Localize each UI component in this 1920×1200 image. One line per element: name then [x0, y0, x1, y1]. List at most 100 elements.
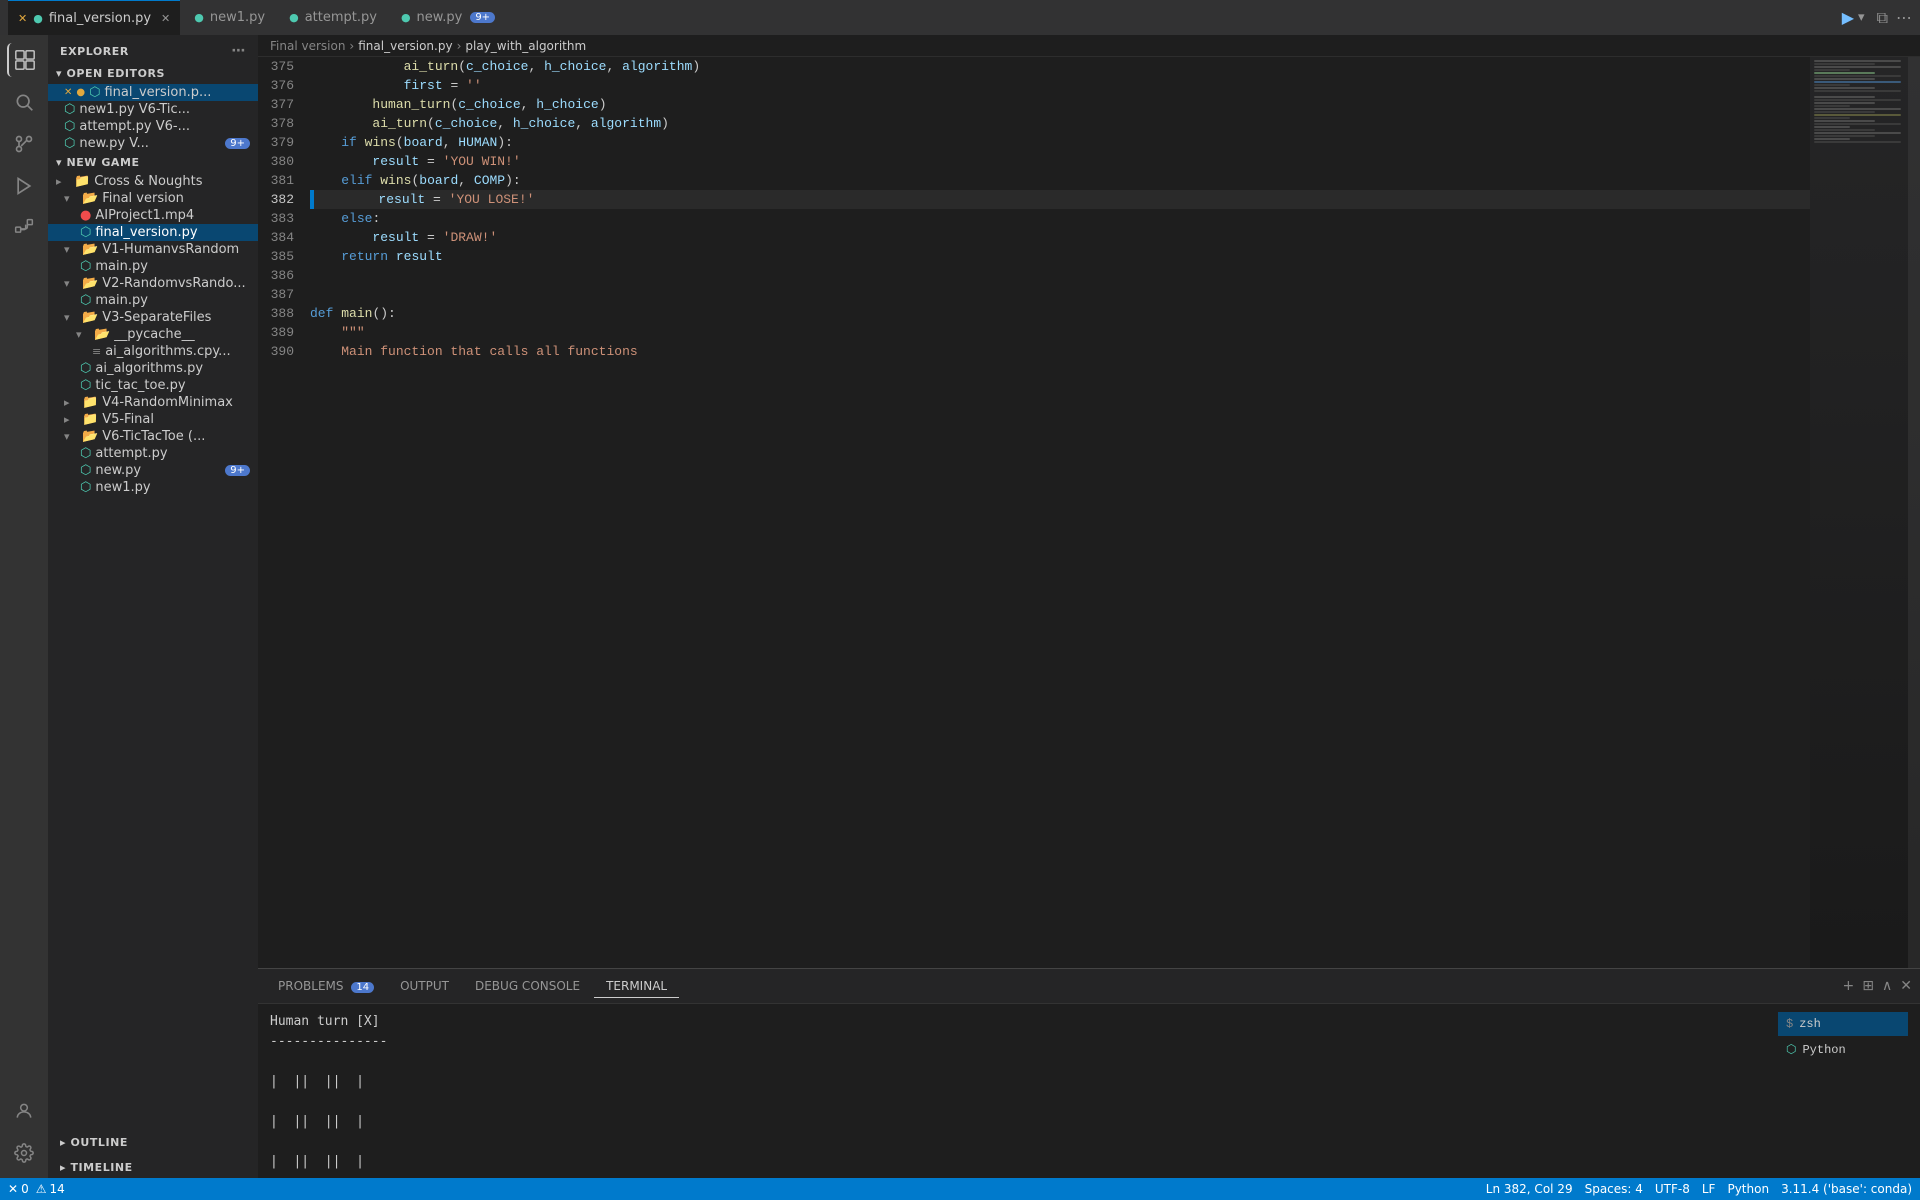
file-tic-tac-toe[interactable]: ⬡ tic_tac_toe.py [48, 377, 258, 394]
chevron-up-icon[interactable]: ∧ [1882, 978, 1892, 994]
new-game-header[interactable]: ▾ NEW GAME [48, 152, 258, 173]
py-file-icon: ⬡ [64, 102, 75, 117]
tab-terminal[interactable]: TERMINAL [594, 975, 679, 998]
language-mode[interactable]: Python [1727, 1182, 1769, 1196]
folder-v5[interactable]: ▸ 📁 V5-Final [48, 411, 258, 428]
activity-settings[interactable] [7, 1136, 41, 1170]
tab-problems[interactable]: PROBLEMS 14 [266, 975, 386, 997]
code-line: result = 'DRAW!' [310, 228, 1810, 247]
py-file-icon: ⬡ [80, 446, 91, 461]
file-label: tic_tac_toe.py [95, 378, 185, 393]
problems-badge: 14 [351, 982, 374, 993]
breadcrumb-item-final-version[interactable]: Final version [270, 39, 345, 53]
folder-v2[interactable]: ▾ 📂 V2-RandomvsRando... [48, 275, 258, 292]
status-errors[interactable]: ✕ 0 ⚠ 14 [8, 1182, 65, 1196]
open-editor-attempt[interactable]: ⬡ attempt.py V6-... [48, 118, 258, 135]
split-terminal-icon[interactable]: ⊞ [1862, 978, 1874, 994]
tab-new[interactable]: ● new.py 9+ [391, 0, 505, 35]
file-label: ai_algorithms.py [95, 361, 203, 376]
encoding[interactable]: UTF-8 [1655, 1182, 1690, 1196]
terminal-board-row2 [270, 1092, 1762, 1112]
file-cpython[interactable]: ≡ ai_algorithms.cpy... [48, 343, 258, 360]
more-actions-icon[interactable]: ⋯ [1896, 8, 1912, 27]
chevron-right-icon: ▸ [56, 175, 70, 188]
folder-final-version[interactable]: ▾ 📂 Final version [48, 190, 258, 207]
open-editor-label: attempt.py V6-... [79, 119, 190, 134]
folder-v1[interactable]: ▾ 📂 V1-HumanvsRandom [48, 241, 258, 258]
py-file-icon: ⬡ [64, 136, 75, 151]
open-editor-final[interactable]: ✕ ● ⬡ final_version.p... [48, 84, 258, 101]
open-editor-new1[interactable]: ⬡ new1.py V6-Tic... [48, 101, 258, 118]
code-editor[interactable]: 375 376 377 378 379 380 381 382 383 384 … [258, 57, 1920, 968]
terminal-line-empty [270, 1052, 1762, 1072]
activity-search[interactable] [7, 85, 41, 119]
folder-v3[interactable]: ▾ 📂 V3-SeparateFiles [48, 309, 258, 326]
breadcrumb-item-fn[interactable]: play_with_algorithm [465, 39, 586, 53]
explorer-more-icon[interactable]: ⋯ [231, 43, 246, 59]
breadcrumb-item-file[interactable]: final_version.py [358, 39, 452, 53]
indentation[interactable]: Spaces: 4 [1585, 1182, 1643, 1196]
breadcrumb-sep: › [349, 39, 354, 53]
split-editor-icon[interactable]: ⧉ [1877, 8, 1888, 28]
chevron-down-icon: ▾ [76, 328, 90, 341]
file-new1-py[interactable]: ⬡ new1.py [48, 479, 258, 496]
cursor-position[interactable]: Ln 382, Col 29 [1486, 1182, 1573, 1196]
code-line [310, 266, 1810, 285]
close-icon[interactable]: ✕ [161, 12, 170, 25]
open-editors-header[interactable]: ▾ OPEN EDITORS [48, 63, 258, 84]
folder-pycache[interactable]: ▾ 📂 __pycache__ [48, 326, 258, 343]
file-attempt[interactable]: ⬡ attempt.py [48, 445, 258, 462]
tab-attempt[interactable]: ● attempt.py [279, 0, 387, 35]
tab-label-new: new.py [417, 10, 463, 25]
file-label: new1.py [95, 480, 150, 495]
terminal-tab-zsh[interactable]: $ zsh [1778, 1012, 1908, 1036]
file-v1-main[interactable]: ⬡ main.py [48, 258, 258, 275]
tab-output[interactable]: OUTPUT [388, 975, 461, 997]
status-bar: ✕ 0 ⚠ 14 Ln 382, Col 29 Spaces: 4 UTF-8 … [0, 1178, 1920, 1200]
folder-label: V3-SeparateFiles [102, 310, 211, 325]
python-version[interactable]: 3.11.4 ('base': conda) [1781, 1182, 1912, 1196]
code-content[interactable]: ai_turn(c_choice, h_choice, algorithm) f… [306, 57, 1810, 968]
terminal-tab-python[interactable]: ⬡ Python [1778, 1038, 1908, 1062]
folder-icon: 📁 [82, 395, 98, 410]
sidebar-bottom: ▸ OUTLINE ▸ TIMELINE [48, 1128, 258, 1178]
run-icon[interactable]: ▶ [1842, 8, 1854, 27]
terminal-output[interactable]: Human turn [X] --------------- | || || |… [270, 1012, 1762, 1170]
tab-debug-console[interactable]: DEBUG CONSOLE [463, 975, 592, 997]
close-panel-icon[interactable]: ✕ [1900, 978, 1912, 994]
file-v2-main[interactable]: ⬡ main.py [48, 292, 258, 309]
tab-new1[interactable]: ● new1.py [184, 0, 275, 35]
activity-extensions[interactable] [7, 211, 41, 245]
terminal-board-row3: | || || | [270, 1112, 1762, 1132]
tab-final-version[interactable]: ✕ ● final_version.py ✕ [8, 0, 180, 35]
open-editor-label: final_version.p... [104, 85, 211, 100]
file-aiproject[interactable]: ● AIProject1.mp4 [48, 207, 258, 224]
file-ai-algorithms[interactable]: ⬡ ai_algorithms.py [48, 360, 258, 377]
folder-v4[interactable]: ▸ 📁 V4-RandomMinimax [48, 394, 258, 411]
folder-cross-noughts[interactable]: ▸ 📁 Cross & Noughts [48, 173, 258, 190]
folder-label: V1-HumanvsRandom [102, 242, 239, 257]
timeline-header[interactable]: ▸ TIMELINE [48, 1153, 258, 1178]
close-icon[interactable]: ✕ [64, 87, 72, 98]
activity-accounts[interactable] [7, 1094, 41, 1128]
outline-header[interactable]: ▸ OUTLINE [48, 1128, 258, 1153]
run-controls: ▶ ▾ ⧉ ⋯ [1842, 8, 1912, 28]
py-file-icon: ⬡ [80, 361, 91, 376]
status-right: Ln 382, Col 29 Spaces: 4 UTF-8 LF Python… [1486, 1182, 1912, 1196]
chevron-down-icon: ▾ [64, 311, 78, 324]
file-badge: 9+ [225, 465, 250, 476]
folder-icon: 📂 [82, 429, 98, 444]
file-final-version-py[interactable]: ⬡ final_version.py [48, 224, 258, 241]
activity-source-control[interactable] [7, 127, 41, 161]
eol[interactable]: LF [1702, 1182, 1716, 1196]
activity-explorer[interactable] [7, 43, 41, 77]
file-new-py[interactable]: ⬡ new.py 9+ [48, 462, 258, 479]
breadcrumb: Final version › final_version.py › play_… [258, 35, 1920, 57]
py-file-icon: ⬡ [80, 378, 91, 393]
add-terminal-icon[interactable]: + [1843, 978, 1855, 994]
open-editor-label: new.py V... [79, 136, 149, 151]
folder-v6[interactable]: ▾ 📂 V6-TicTacToe (... [48, 428, 258, 445]
activity-run[interactable] [7, 169, 41, 203]
run-dropdown-icon[interactable]: ▾ [1858, 10, 1865, 25]
open-editor-new[interactable]: ⬡ new.py V... 9+ [48, 135, 258, 152]
